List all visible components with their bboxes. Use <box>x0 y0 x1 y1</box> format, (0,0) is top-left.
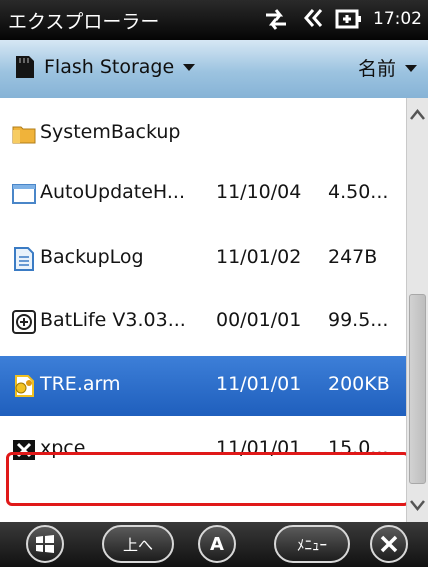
menu-button[interactable]: ﾒﾆｭｰ <box>274 525 350 563</box>
status-icons: 17:02 <box>263 7 422 31</box>
list-item[interactable]: BackupLog 11/01/02 247B <box>0 229 406 289</box>
file-size: 200KB <box>328 373 390 395</box>
list-item[interactable]: xpce 11/01/01 15.0... <box>0 420 406 480</box>
file-size: 15.0... <box>328 437 389 459</box>
text-document-icon <box>14 247 34 271</box>
up-button-label: 上へ <box>122 535 153 554</box>
file-name: xpce <box>40 437 86 459</box>
clock: 17:02 <box>373 9 422 29</box>
list-item[interactable]: BatLife V3.03... 00/01/01 99.5... <box>0 292 406 352</box>
location-label: Flash Storage <box>44 56 175 78</box>
file-date: 11/01/01 <box>216 373 302 395</box>
sync-arrows-icon[interactable] <box>263 7 289 31</box>
scrollbar[interactable] <box>406 98 428 522</box>
start-button[interactable] <box>26 525 64 563</box>
file-size: 4.50... <box>328 181 389 203</box>
sort-label: 名前 <box>357 58 396 80</box>
file-name: BackupLog <box>40 246 144 268</box>
file-name: SystemBackup <box>40 121 181 143</box>
folder-icon <box>12 126 36 144</box>
close-button[interactable] <box>370 525 408 563</box>
up-button[interactable]: 上へ <box>102 525 174 563</box>
file-date: 11/10/04 <box>216 181 302 203</box>
windows-logo-icon <box>36 535 54 553</box>
scrollbar-thumb[interactable] <box>409 294 426 484</box>
list-item[interactable]: AutoUpdateH... 11/10/04 4.50... <box>0 164 406 224</box>
chevron-down-icon <box>183 64 196 71</box>
x-app-icon <box>13 440 35 460</box>
status-bar: エクスプローラー 17:02 <box>0 0 428 40</box>
settings-file-icon <box>15 375 34 397</box>
a-button[interactable]: A <box>198 525 236 563</box>
list-item[interactable]: SystemBackup <box>0 104 406 164</box>
file-size: 99.5... <box>328 309 389 331</box>
window-file-icon <box>12 184 36 204</box>
file-date: 11/01/02 <box>216 246 302 268</box>
file-date: 11/01/01 <box>216 437 302 459</box>
chevron-down-icon <box>405 64 417 72</box>
app-icon <box>12 310 36 334</box>
sort-dropdown[interactable]: 名前 <box>358 54 418 81</box>
file-name: AutoUpdateH... <box>40 181 185 203</box>
battery-plug-icon[interactable] <box>335 7 363 31</box>
file-date: 00/01/01 <box>216 309 302 331</box>
close-icon <box>380 535 398 553</box>
file-name: BatLife V3.03... <box>40 309 186 331</box>
location-dropdown[interactable]: Flash Storage <box>14 54 196 80</box>
sd-card-icon <box>16 56 34 78</box>
menu-button-label: ﾒﾆｭｰ <box>296 535 327 554</box>
chevron-down-icon[interactable] <box>407 488 428 522</box>
bottom-toolbar: 上へ A ﾒﾆｭｰ <box>0 522 428 567</box>
app-title: エクスプローラー <box>8 11 160 33</box>
chevron-up-icon[interactable] <box>407 98 428 132</box>
list-item-selected[interactable]: TRE.arm 11/01/01 200KB <box>0 356 406 416</box>
a-button-label: A <box>210 533 224 555</box>
file-size: 247B <box>328 246 378 268</box>
speaker-icon[interactable] <box>299 7 325 31</box>
explorer-header: Flash Storage 名前 <box>0 40 428 99</box>
file-name: TRE.arm <box>40 373 121 395</box>
file-list: SystemBackup AutoUpdateH... 11/10/04 4.5… <box>0 98 410 522</box>
